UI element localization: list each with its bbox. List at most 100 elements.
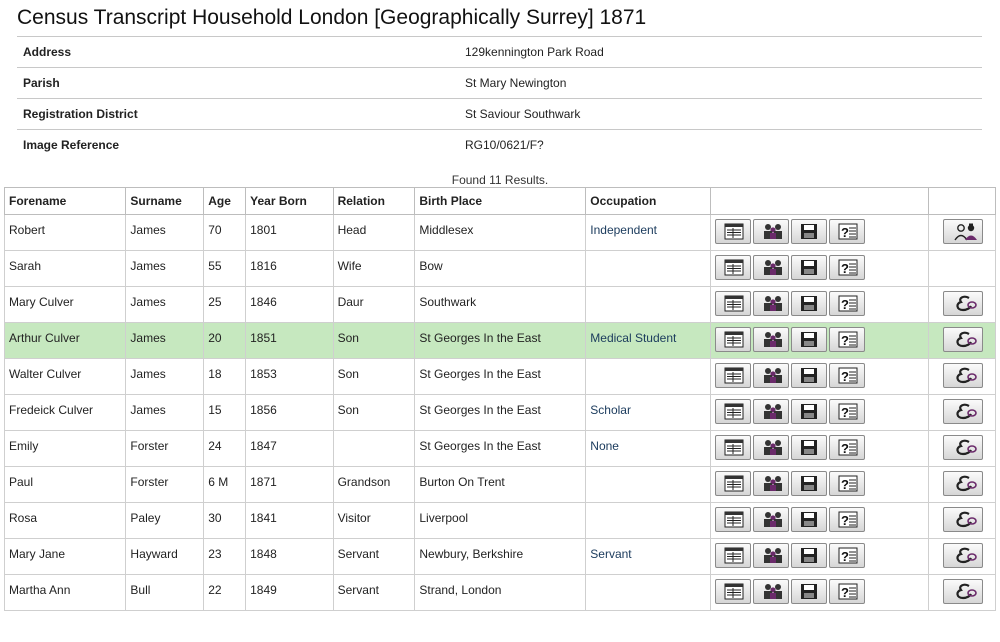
cell-age: 23 — [203, 538, 247, 575]
transcript-button[interactable] — [714, 219, 751, 244]
cell-year-born: 1851 — [245, 322, 334, 359]
row-actions: ? — [709, 322, 930, 359]
save-button[interactable] — [790, 435, 827, 460]
household-button[interactable] — [752, 291, 789, 316]
cell-year-born: 1816 — [245, 250, 334, 287]
cell-forename: Robert — [3, 214, 127, 251]
cell-occupation — [585, 502, 711, 539]
cell-birth-place: St Georges In the East — [414, 394, 587, 431]
save-button[interactable] — [790, 219, 827, 244]
results-count: Found 11 Results. — [451, 173, 549, 187]
transcript-button[interactable] — [714, 291, 751, 316]
cell-occupation: Servant — [585, 538, 711, 575]
save-button[interactable] — [790, 363, 827, 388]
save-button[interactable] — [790, 255, 827, 280]
row-extra — [928, 322, 996, 359]
detail-value: 129kennington Park Road — [459, 36, 982, 68]
household-button[interactable] — [752, 507, 789, 532]
svg-text:?: ? — [841, 405, 849, 420]
query-button[interactable]: ? — [828, 435, 865, 460]
table-row: Mary Culver James 25 1846 Daur Southwark? — [3, 286, 996, 323]
transcript-button[interactable] — [714, 543, 751, 568]
detail-row: Address 129kennington Park Road — [17, 36, 982, 68]
marriage-button[interactable] — [943, 507, 984, 532]
cell-year-born: 1856 — [245, 394, 334, 431]
marriage-button[interactable] — [943, 579, 984, 604]
save-button[interactable] — [790, 507, 827, 532]
household-button[interactable] — [752, 435, 789, 460]
marriage-button[interactable] — [943, 363, 984, 388]
transcript-button[interactable] — [714, 327, 751, 352]
cell-birth-place: Burton On Trent — [414, 466, 587, 503]
cell-surname: James — [125, 358, 205, 395]
marriage-button[interactable] — [943, 435, 984, 460]
svg-text:?: ? — [841, 225, 849, 240]
query-button[interactable]: ? — [828, 507, 865, 532]
detail-value: St Mary Newington — [459, 67, 982, 99]
marriage-button[interactable] — [943, 327, 984, 352]
query-button[interactable]: ? — [828, 291, 865, 316]
household-button[interactable] — [752, 579, 789, 604]
cell-occupation — [585, 286, 711, 323]
results-table: Forename Surname Age Year Born Relation … — [3, 187, 996, 611]
cell-age: 25 — [203, 286, 247, 323]
cell-age: 15 — [203, 394, 247, 431]
cell-year-born: 1848 — [245, 538, 334, 575]
cell-age: 30 — [203, 502, 247, 539]
cell-birth-place: Newbury, Berkshire — [414, 538, 587, 575]
family-tree-button[interactable] — [943, 219, 984, 244]
query-button[interactable]: ? — [828, 327, 865, 352]
detail-label: Address — [17, 36, 459, 68]
cell-age: 55 — [203, 250, 247, 287]
transcript-button[interactable] — [714, 579, 751, 604]
detail-label: Image Reference — [17, 129, 459, 160]
transcript-button[interactable] — [714, 399, 751, 424]
save-button[interactable] — [790, 543, 827, 568]
household-button[interactable] — [752, 543, 789, 568]
household-button[interactable] — [752, 363, 789, 388]
table-row: Mary Jane Hayward 23 1848 Servant Newbury, Be… — [3, 538, 996, 575]
transcript-button[interactable] — [714, 363, 751, 388]
query-button[interactable]: ? — [828, 219, 865, 244]
query-button[interactable]: ? — [828, 543, 865, 568]
row-extra — [928, 286, 996, 323]
household-button[interactable] — [752, 219, 789, 244]
col-relation: Relation — [332, 187, 416, 215]
transcript-button[interactable] — [714, 435, 751, 460]
query-button[interactable]: ? — [828, 579, 865, 604]
marriage-button[interactable] — [943, 399, 984, 424]
save-button[interactable] — [790, 471, 827, 496]
row-actions: ? — [709, 502, 930, 539]
query-button[interactable]: ? — [828, 399, 865, 424]
query-button[interactable]: ? — [828, 363, 865, 388]
row-extra — [928, 502, 996, 539]
cell-occupation — [585, 358, 711, 395]
household-button[interactable] — [752, 471, 789, 496]
save-button[interactable] — [790, 399, 827, 424]
cell-occupation: None — [585, 430, 711, 467]
cell-surname: Hayward — [125, 538, 205, 575]
cell-forename: Arthur Culver — [3, 322, 127, 359]
query-button[interactable]: ? — [828, 471, 865, 496]
transcript-button[interactable] — [714, 471, 751, 496]
svg-text:?: ? — [841, 297, 849, 312]
cell-age: 24 — [203, 430, 247, 467]
cell-forename: Martha Ann — [3, 574, 127, 611]
household-button[interactable] — [752, 399, 789, 424]
marriage-button[interactable] — [943, 291, 984, 316]
save-button[interactable] — [790, 579, 827, 604]
col-actions — [709, 187, 930, 215]
cell-birth-place: Middlesex — [414, 214, 587, 251]
query-button[interactable]: ? — [828, 255, 865, 280]
table-row: Arthur Culver James 20 1851 Son St Georges In… — [3, 322, 996, 359]
household-button[interactable] — [752, 327, 789, 352]
marriage-button[interactable] — [943, 471, 984, 496]
save-button[interactable] — [790, 327, 827, 352]
marriage-button[interactable] — [943, 543, 984, 568]
household-button[interactable] — [752, 255, 789, 280]
transcript-button[interactable] — [714, 255, 751, 280]
transcript-button[interactable] — [714, 507, 751, 532]
cell-relation: Daur — [332, 286, 416, 323]
table-row: Paul Forster 6 M 1871 Grandson Burton On Tren… — [3, 466, 996, 503]
save-button[interactable] — [790, 291, 827, 316]
